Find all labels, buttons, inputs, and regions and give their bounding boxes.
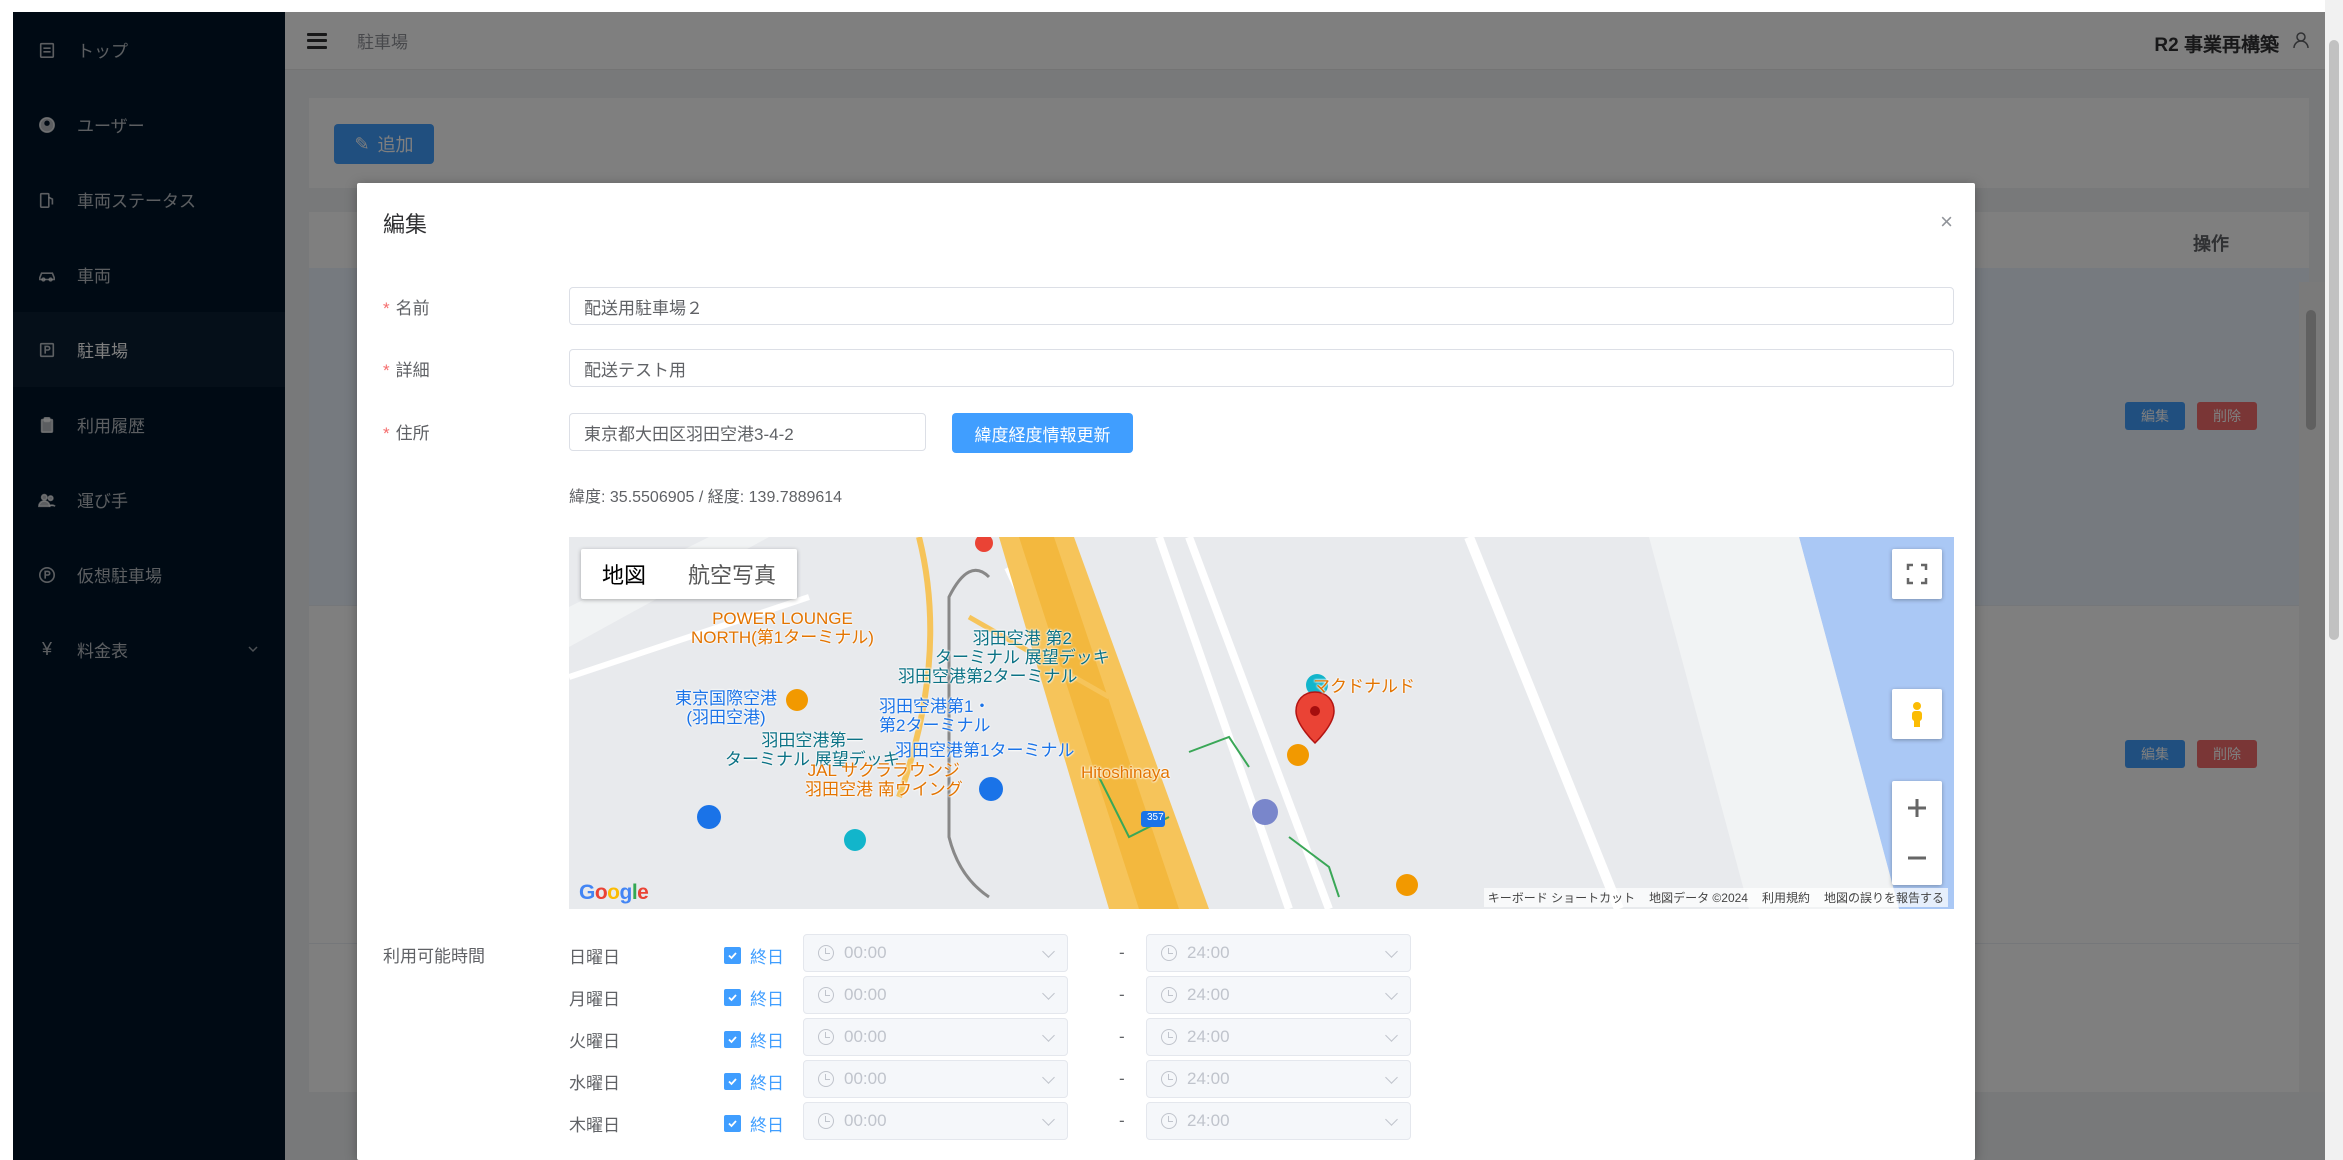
map-label-hitoshinaya: Hitoshinaya [1081,763,1170,782]
map-label-station: 羽田空港第1・ 第2ターミナル [879,697,991,735]
end-time-select[interactable]: 24:00 [1146,1018,1411,1056]
detail-field[interactable]: 配送テスト用 [569,349,1954,387]
pegman-button[interactable] [1892,689,1942,739]
map-label-airport: 東京国際空港 (羽田空港) [675,689,777,727]
chevron-down-icon [1042,987,1055,1000]
map-footer: キーボード ショートカット 地図データ ©2024 利用規約 地図の誤りを報告す… [1483,888,1948,907]
allday-checkbox[interactable]: 終日 [724,985,784,1010]
hours-row: 火曜日 終日 00:00 - 24:00 [569,1018,1469,1056]
address-label: * 住所 [383,424,430,443]
window-scrollbar[interactable] [2325,0,2343,1160]
update-geo-button[interactable]: 緯度経度情報更新 [952,413,1133,453]
clock-icon [1161,1113,1177,1129]
check-icon [724,1115,741,1132]
map-label-deck2: 羽田空港 第2 ターミナル 展望デッキ [935,629,1110,667]
map-data-text: 地図データ ©2024 [1649,891,1748,905]
coordinates-text: 緯度: 35.5506905 / 経度: 139.7889614 [569,489,843,506]
map-view[interactable]: 地図 航空写真 POWER LOUNGE NORTH(第1ターミナル) 羽田空港 … [569,537,1954,909]
range-separator: - [1119,1111,1125,1130]
close-icon[interactable]: × [1940,209,1953,235]
edit-dialog: 編集 × * 名前 配送用駐車場２ * 詳細 配送テスト用 * 住所 東京都大田区羽田… [357,183,1975,1160]
end-time-select[interactable]: 24:00 [1146,1060,1411,1098]
report-error-link[interactable]: 地図の誤りを報告する [1824,889,1944,906]
allday-checkbox[interactable]: 終日 [724,943,784,968]
name-field[interactable]: 配送用駐車場２ [569,287,1954,325]
end-time-select[interactable]: 24:00 [1146,934,1411,972]
address-field[interactable]: 東京都大田区羽田空港3-4-2 [569,413,926,451]
check-icon [724,989,741,1006]
detail-label: * 詳細 [383,361,430,380]
map-label-t2: 羽田空港第2ターミナル [898,667,1078,686]
pegman-icon [1912,702,1922,727]
day-label: 水曜日 [569,1074,620,1093]
clock-icon [818,987,834,1003]
end-time-select[interactable]: 24:00 [1146,976,1411,1014]
range-separator: - [1119,985,1125,1004]
clock-icon [818,945,834,961]
chevron-down-icon [1385,987,1398,1000]
end-time-select[interactable]: 24:00 [1146,1102,1411,1140]
chevron-down-icon [1385,945,1398,958]
start-time-select[interactable]: 00:00 [803,976,1068,1014]
check-icon [724,1031,741,1048]
check-icon [724,947,741,964]
range-separator: - [1119,943,1125,962]
day-label: 火曜日 [569,1032,620,1051]
clock-icon [1161,987,1177,1003]
map-label-jal: JAL サクララウンジ 羽田空港 南ウイング [805,761,963,799]
allday-checkbox[interactable]: 終日 [724,1027,784,1052]
clock-icon [818,1029,834,1045]
start-time-select[interactable]: 00:00 [803,1102,1068,1140]
chevron-down-icon [1042,1113,1055,1126]
start-time-select[interactable]: 00:00 [803,934,1068,972]
map-label-mcdonalds: マクドナルド [1313,677,1415,696]
chevron-down-icon [1385,1113,1398,1126]
start-time-select[interactable]: 00:00 [803,1018,1068,1056]
dialog-title: 編集 [383,212,428,237]
start-time-select[interactable]: 00:00 [803,1060,1068,1098]
check-icon [724,1073,741,1090]
clock-icon [1161,1029,1177,1045]
range-separator: - [1119,1027,1125,1046]
fullscreen-button[interactable] [1892,549,1942,599]
clock-icon [1161,1071,1177,1087]
day-label: 木曜日 [569,1116,620,1135]
clock-icon [1161,945,1177,961]
map-label-lounge: POWER LOUNGE NORTH(第1ターミナル) [691,609,874,647]
day-label: 日曜日 [569,948,620,967]
hours-row: 水曜日 終日 00:00 - 24:00 [569,1060,1469,1098]
allday-checkbox[interactable]: 終日 [724,1111,784,1136]
chevron-down-icon [1042,1071,1055,1084]
chevron-down-icon [1042,1029,1055,1042]
map-type-toggle: 地図 航空写真 [581,549,798,599]
day-label: 月曜日 [569,990,620,1009]
map-type-map[interactable]: 地図 [581,549,667,599]
zoom-controls [1892,781,1942,885]
hours-label: 利用可能時間 [383,947,485,966]
chevron-down-icon [1385,1029,1398,1042]
hours-row: 月曜日 終日 00:00 - 24:00 [569,976,1469,1014]
hours-row: 日曜日 終日 00:00 - 24:00 [569,934,1469,972]
hours-row: 木曜日 終日 00:00 - 24:00 [569,1102,1469,1140]
chevron-down-icon [1042,945,1055,958]
keyboard-shortcuts-link[interactable]: キーボード ショートカット [1488,889,1635,906]
zoom-out-icon[interactable] [1903,844,1931,872]
map-type-satellite[interactable]: 航空写真 [667,549,797,599]
map-label-t1: 羽田空港第1ターミナル [895,741,1075,760]
zoom-in-icon[interactable] [1903,794,1931,822]
clock-icon [818,1071,834,1087]
google-logo: Google [579,881,649,904]
fullscreen-icon [1906,563,1928,585]
range-separator: - [1119,1069,1125,1088]
clock-icon [818,1113,834,1129]
allday-checkbox[interactable]: 終日 [724,1069,784,1094]
route-shield-label: 357 [1147,812,1164,823]
name-label: * 名前 [383,299,430,318]
terms-link[interactable]: 利用規約 [1762,889,1810,906]
chevron-down-icon [1385,1071,1398,1084]
